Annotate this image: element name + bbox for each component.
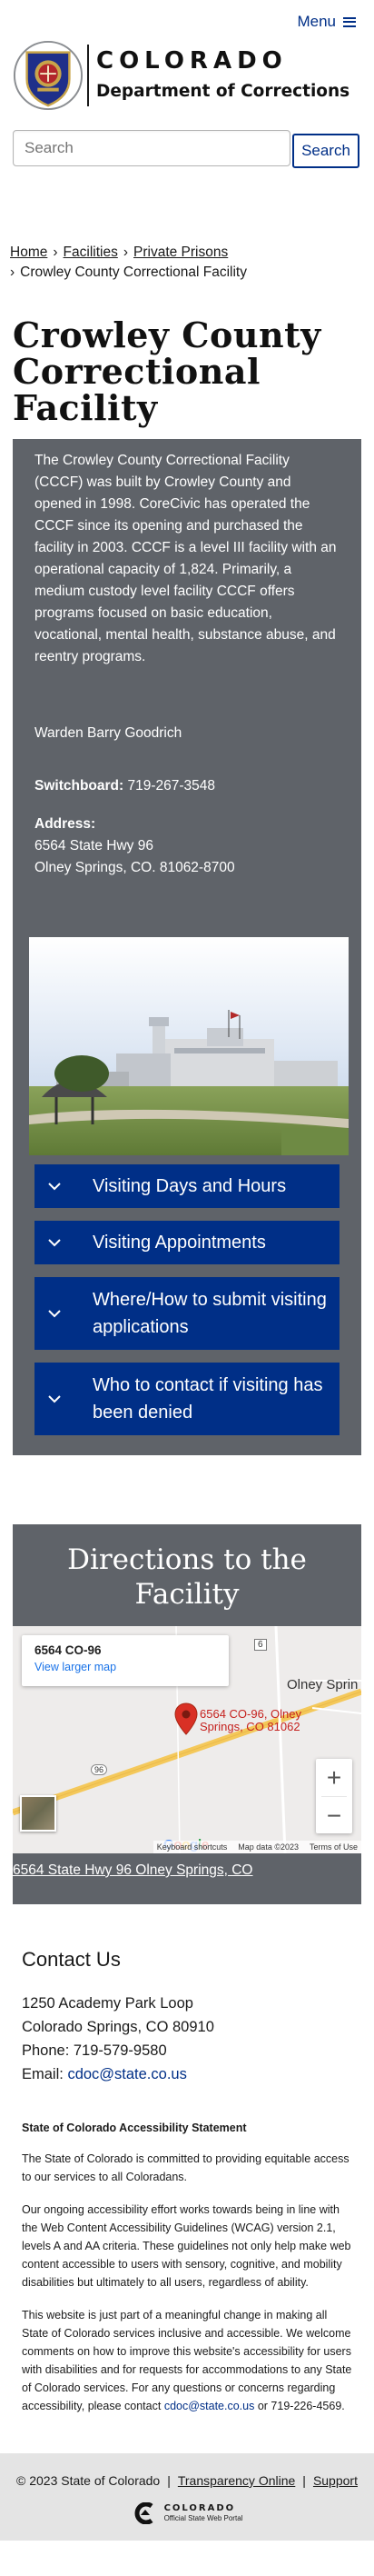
contact-details: 1250 Academy Park Loop Colorado Springs,… xyxy=(22,1992,352,2086)
brand-department: Department of Corrections xyxy=(96,82,350,101)
zoom-in-button[interactable]: + xyxy=(316,1759,352,1796)
menu-label: Menu xyxy=(297,13,336,30)
accessibility-statement: State of Colorado Accessibility Statemen… xyxy=(0,2119,374,2415)
google-map[interactable]: 6564 CO-96 View larger map 6 96 Olney Sp… xyxy=(13,1626,361,1853)
footer-links: © 2023 State of Colorado | Transparency On… xyxy=(0,2473,374,2488)
map-info-card: 6564 CO-96 View larger map xyxy=(22,1635,229,1686)
accordion-label: Visiting Days and Hours xyxy=(93,1176,287,1196)
brand[interactable]: COLORADO Department of Corrections xyxy=(0,39,374,112)
breadcrumb-facilities[interactable]: Facilities xyxy=(64,245,118,260)
visiting-accordion: Visiting Days and Hours Visiting Appoint… xyxy=(34,1164,340,1435)
facility-photo xyxy=(29,937,349,1155)
search-button[interactable]: Search xyxy=(292,134,359,168)
zoom-control: + − xyxy=(316,1759,352,1833)
chevron-right-icon: › xyxy=(53,245,58,260)
page-title: Crowley County Correctional Facility xyxy=(13,315,321,428)
map-pin-icon[interactable] xyxy=(174,1702,198,1735)
colorado-doc-seal-icon xyxy=(13,40,84,111)
switchboard: Switchboard: 719-267-3548 xyxy=(34,775,340,797)
chevron-down-icon xyxy=(47,1238,73,1247)
accessibility-heading: State of Colorado Accessibility Statemen… xyxy=(22,2122,247,2134)
accessibility-phone: or 719-226-4569. xyxy=(257,2400,345,2412)
accessibility-p3: This website is just part of a meaningfu… xyxy=(22,2306,352,2415)
search-input[interactable] xyxy=(13,130,290,166)
brand-name: COLORADO xyxy=(96,47,288,75)
support-link[interactable]: Support xyxy=(313,2473,358,2488)
road-badge: 96 xyxy=(91,1764,108,1775)
portal-name: COLORADO xyxy=(163,2503,236,2513)
breadcrumb-home[interactable]: Home xyxy=(10,245,47,260)
contact-email-link[interactable]: cdoc@state.co.us xyxy=(67,2066,186,2082)
brand-divider xyxy=(87,45,89,106)
accordion-visiting-appointments[interactable]: Visiting Appointments xyxy=(34,1221,340,1264)
chevron-right-icon: › xyxy=(10,265,15,280)
contact-phone: Phone: 719-579-9580 xyxy=(22,2042,167,2059)
footer-divider: | xyxy=(302,2473,306,2488)
accordion-submit-applications[interactable]: Where/How to submit visiting application… xyxy=(34,1277,340,1350)
address-label: Address: xyxy=(34,816,96,832)
warden-name: Warden Barry Goodrich xyxy=(34,725,182,741)
accessibility-p3-text: This website is just part of a meaningfu… xyxy=(22,2309,352,2412)
accordion-label: Who to contact if visiting has been deni… xyxy=(93,1375,323,1423)
breadcrumb-current: Crowley County Correctional Facility xyxy=(20,265,247,280)
footer-copyright: © 2023 State of Colorado xyxy=(16,2473,161,2488)
terms-of-use-link[interactable]: Terms of Use xyxy=(310,1842,358,1852)
portal-sub: Official State Web Portal xyxy=(163,2514,243,2522)
breadcrumb: Home › Facilities › Private Prisons › Crowley … xyxy=(0,243,374,283)
accordion-label: Where/How to submit visiting application… xyxy=(93,1290,327,1337)
map-attribution: Keyboard shortcuts Map data ©2023 Terms … xyxy=(153,1841,361,1853)
contact-title: Contact Us xyxy=(22,1948,121,1971)
portal-text: COLORADO Official State Web Portal xyxy=(164,2503,243,2523)
address-block: Address: 6564 State Hwy 96 Olney Springs, … xyxy=(34,814,340,879)
chevron-down-icon xyxy=(47,1309,73,1318)
keyboard-shortcuts-link[interactable]: Keyboard shortcuts xyxy=(157,1842,228,1852)
top-bar: Menu xyxy=(0,0,374,42)
chevron-right-icon: › xyxy=(123,245,128,260)
map-place-name: 6564 CO-96 xyxy=(34,1643,102,1657)
accordion-label: Visiting Appointments xyxy=(93,1233,266,1253)
contact-address1: 1250 Academy Park Loop xyxy=(22,1995,193,2012)
accessibility-email-link[interactable]: cdoc@state.co.us xyxy=(164,2400,255,2412)
facility-description: The Crowley County Correctional Facility… xyxy=(34,453,337,664)
road-badge: 6 xyxy=(254,1639,267,1651)
hamburger-icon xyxy=(343,16,356,27)
map-data-text: Map data ©2023 xyxy=(238,1842,299,1852)
contact-address2: Colorado Springs, CO 80910 xyxy=(22,2019,214,2035)
switchboard-label: Switchboard: xyxy=(34,778,124,794)
contact-email-label: Email: xyxy=(22,2066,64,2082)
site-header: Menu COLORADO Department of Corrections … xyxy=(0,0,374,168)
chevron-down-icon xyxy=(47,1182,73,1191)
satellite-toggle[interactable] xyxy=(20,1795,56,1832)
footer-divider: | xyxy=(167,2473,171,2488)
view-larger-map-link[interactable]: View larger map xyxy=(34,1661,216,1673)
town-label: Olney Sprin xyxy=(287,1677,359,1692)
colorado-portal-logo[interactable]: COLORADO Official State Web Portal xyxy=(0,2502,374,2524)
accordion-visiting-days[interactable]: Visiting Days and Hours xyxy=(34,1164,340,1208)
breadcrumb-private-prisons[interactable]: Private Prisons xyxy=(133,245,228,260)
pin-label: 6564 CO-96, Olney Springs, CO 81062 xyxy=(200,1707,302,1733)
directions-address-link[interactable]: 6564 State Hwy 96 Olney Springs, CO xyxy=(13,1853,361,1879)
transparency-online-link[interactable]: Transparency Online xyxy=(178,2473,295,2488)
accordion-visiting-denied[interactable]: Who to contact if visiting has been deni… xyxy=(34,1363,340,1435)
chevron-down-icon xyxy=(47,1394,73,1403)
colorado-c-logo-icon xyxy=(134,2502,153,2524)
brand-text: COLORADO Department of Corrections xyxy=(96,47,349,104)
search-bar: Search xyxy=(0,119,374,168)
address-line1: 6564 State Hwy 96 xyxy=(34,838,153,854)
address-line2: Olney Springs, CO. 81062-8700 xyxy=(34,860,235,875)
site-footer: © 2023 State of Colorado | Transparency On… xyxy=(0,2453,374,2541)
switchboard-number: 719-267-3548 xyxy=(127,778,216,794)
directions-title: Directions to the Facility xyxy=(67,1543,307,1611)
zoom-out-button[interactable]: − xyxy=(316,1797,352,1834)
contact-email-row: Email: cdoc@state.co.us xyxy=(22,2062,352,2086)
accessibility-p2: Our ongoing accessibility effort works t… xyxy=(22,2203,351,2289)
facility-info-panel: The Crowley County Correctional Facility… xyxy=(13,439,361,1455)
accessibility-p1: The State of Colorado is committed to pr… xyxy=(22,2152,349,2183)
menu-button[interactable]: Menu xyxy=(297,13,356,31)
contact-section: Contact Us 1250 Academy Park Loop Colora… xyxy=(0,1948,374,2086)
directions-section: Directions to the Facility 6564 CO-96 Vi… xyxy=(13,1524,361,1904)
